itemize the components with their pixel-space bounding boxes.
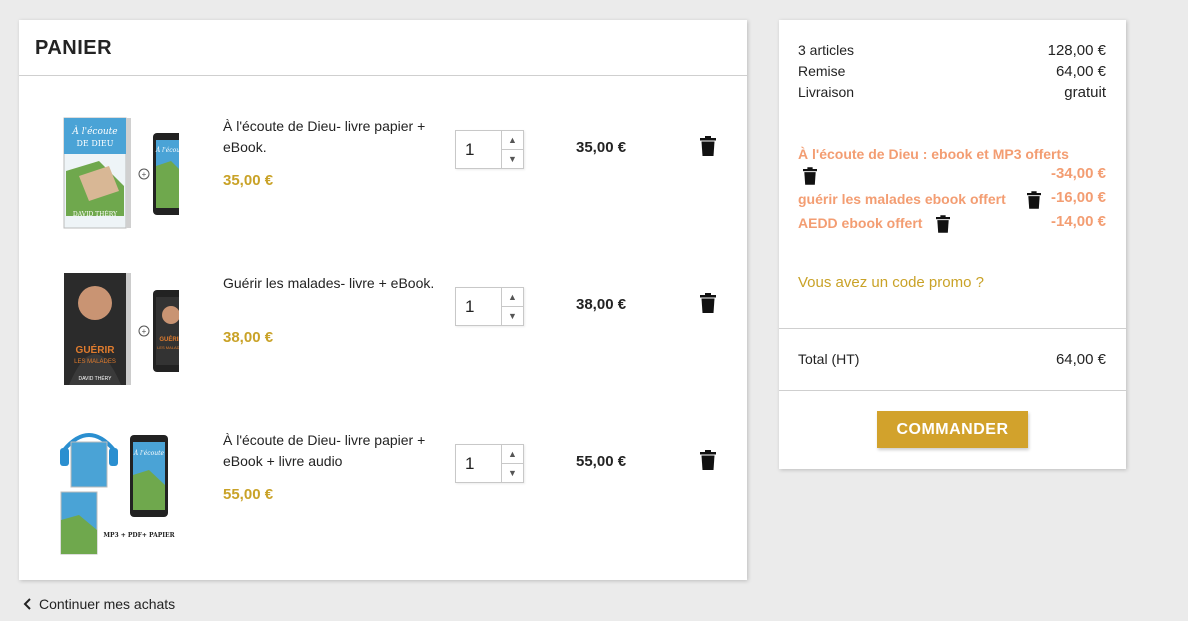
quantity-input[interactable]: 1 <box>456 288 501 325</box>
shipping-value: gratuit <box>1064 84 1106 101</box>
trash-icon[interactable] <box>700 293 716 313</box>
trash-icon[interactable] <box>936 215 950 233</box>
voucher-amount: -34,00 € <box>1050 165 1106 182</box>
voucher-amount: -14,00 € <box>1050 213 1106 230</box>
trash-icon[interactable] <box>700 450 716 470</box>
order-summary: 3 articles 128,00 € Remise 64,00 € Livra… <box>779 20 1126 469</box>
articles-label: 3 articles <box>798 42 855 58</box>
summary-shipping-row: Livraison gratuit <box>798 84 1106 101</box>
chevron-up-icon[interactable]: ▲ <box>502 445 523 463</box>
svg-text:+: + <box>142 327 147 336</box>
product-thumbnail: À l'écoute DE DIEU DAVID THÉRY + À l'éco… <box>63 117 179 229</box>
product-name[interactable]: À l'écoute de Dieu- livre papier + eBook… <box>223 116 443 158</box>
divider <box>779 390 1126 391</box>
svg-text:+: + <box>142 170 147 179</box>
chevron-down-icon[interactable]: ▼ <box>502 306 523 325</box>
cart-panel: PANIER À l'écoute DE DIEU DAVID THÉRY + … <box>19 20 747 580</box>
discount-value: 64,00 € <box>1055 63 1106 80</box>
quantity-stepper[interactable]: 1 ▲ ▼ <box>455 130 524 169</box>
voucher-label: guérir les malades ebook offert <box>798 191 1006 207</box>
product-name[interactable]: À l'écoute de Dieu- livre papier + eBook… <box>223 430 443 472</box>
svg-text:DAVID THÉRY: DAVID THÉRY <box>73 210 118 218</box>
trash-icon[interactable] <box>803 167 817 185</box>
quantity-stepper[interactable]: 1 ▲ ▼ <box>455 287 524 326</box>
chevron-left-icon <box>23 598 31 610</box>
voucher-label: AEDD ebook offert <box>798 215 923 231</box>
quantity-input[interactable]: 1 <box>456 445 501 482</box>
line-total: 35,00 € <box>576 139 627 156</box>
product-unit-price: 55,00 € <box>223 486 274 503</box>
chevron-down-icon[interactable]: ▼ <box>502 149 523 168</box>
chevron-up-icon[interactable]: ▲ <box>502 288 523 306</box>
summary-total-row: Total (HT) 64,00 € <box>798 351 1106 368</box>
continue-shopping-link[interactable]: Continuer mes achats <box>23 596 175 612</box>
line-total: 55,00 € <box>576 453 627 470</box>
svg-text:DAVID THÉRY: DAVID THÉRY <box>78 375 112 382</box>
svg-text:GUÉRIR: GUÉRIR <box>159 335 179 343</box>
svg-text:DE DIEU: DE DIEU <box>77 139 114 148</box>
quantity-input[interactable]: 1 <box>456 131 501 168</box>
svg-text:À l'écoute: À l'écoute <box>155 147 179 154</box>
cart-title: PANIER <box>19 20 747 76</box>
line-total: 38,00 € <box>576 296 627 313</box>
svg-text:MP3 + PDF+ PAPIER: MP3 + PDF+ PAPIER <box>103 532 175 539</box>
chevron-up-icon[interactable]: ▲ <box>502 131 523 149</box>
summary-articles-row: 3 articles 128,00 € <box>798 42 1106 59</box>
quantity-stepper[interactable]: 1 ▲ ▼ <box>455 444 524 483</box>
summary-discount-row: Remise 64,00 € <box>798 63 1106 80</box>
divider <box>779 328 1126 329</box>
articles-value: 128,00 € <box>1047 42 1106 59</box>
svg-text:LES MALADES: LES MALADES <box>157 345 179 350</box>
discount-label: Remise <box>798 63 846 79</box>
svg-text:À l'écoute: À l'écoute <box>133 450 165 457</box>
svg-text:À l'écoute: À l'écoute <box>71 125 117 137</box>
continue-shopping-label: Continuer mes achats <box>39 596 176 612</box>
chevron-down-icon[interactable]: ▼ <box>502 463 523 482</box>
checkout-button[interactable]: COMMANDER <box>877 411 1028 448</box>
voucher-label: À l'écoute de Dieu : ebook et MP3 offert… <box>798 146 1069 162</box>
svg-text:GUÉRIR: GUÉRIR <box>76 343 116 356</box>
product-unit-price: 38,00 € <box>223 329 274 346</box>
svg-text:LES MALADES: LES MALADES <box>74 359 116 365</box>
trash-icon[interactable] <box>700 136 716 156</box>
cart-item: À l'écoute DE DIEU DAVID THÉRY + À l'éco… <box>19 116 747 266</box>
trash-icon[interactable] <box>1027 191 1041 209</box>
product-thumbnail: À l'écoute MP3 + PDF+ PAPIER <box>60 433 176 555</box>
promo-code-link[interactable]: Vous avez un code promo ? <box>798 274 984 291</box>
product-unit-price: 35,00 € <box>223 172 274 189</box>
cart-item: À l'écoute MP3 + PDF+ PAPIER À l'écoute … <box>19 430 747 580</box>
shipping-label: Livraison <box>798 84 855 100</box>
voucher-amount: -16,00 € <box>1050 189 1106 206</box>
product-name[interactable]: Guérir les malades- livre + eBook. <box>223 273 443 294</box>
product-thumbnail: GUÉRIR LES MALADES DAVID THÉRY + GUÉRIR … <box>64 273 179 385</box>
cart-item: GUÉRIR LES MALADES DAVID THÉRY + GUÉRIR … <box>19 273 747 423</box>
total-label: Total (HT) <box>798 351 860 367</box>
total-value: 64,00 € <box>1055 351 1106 368</box>
